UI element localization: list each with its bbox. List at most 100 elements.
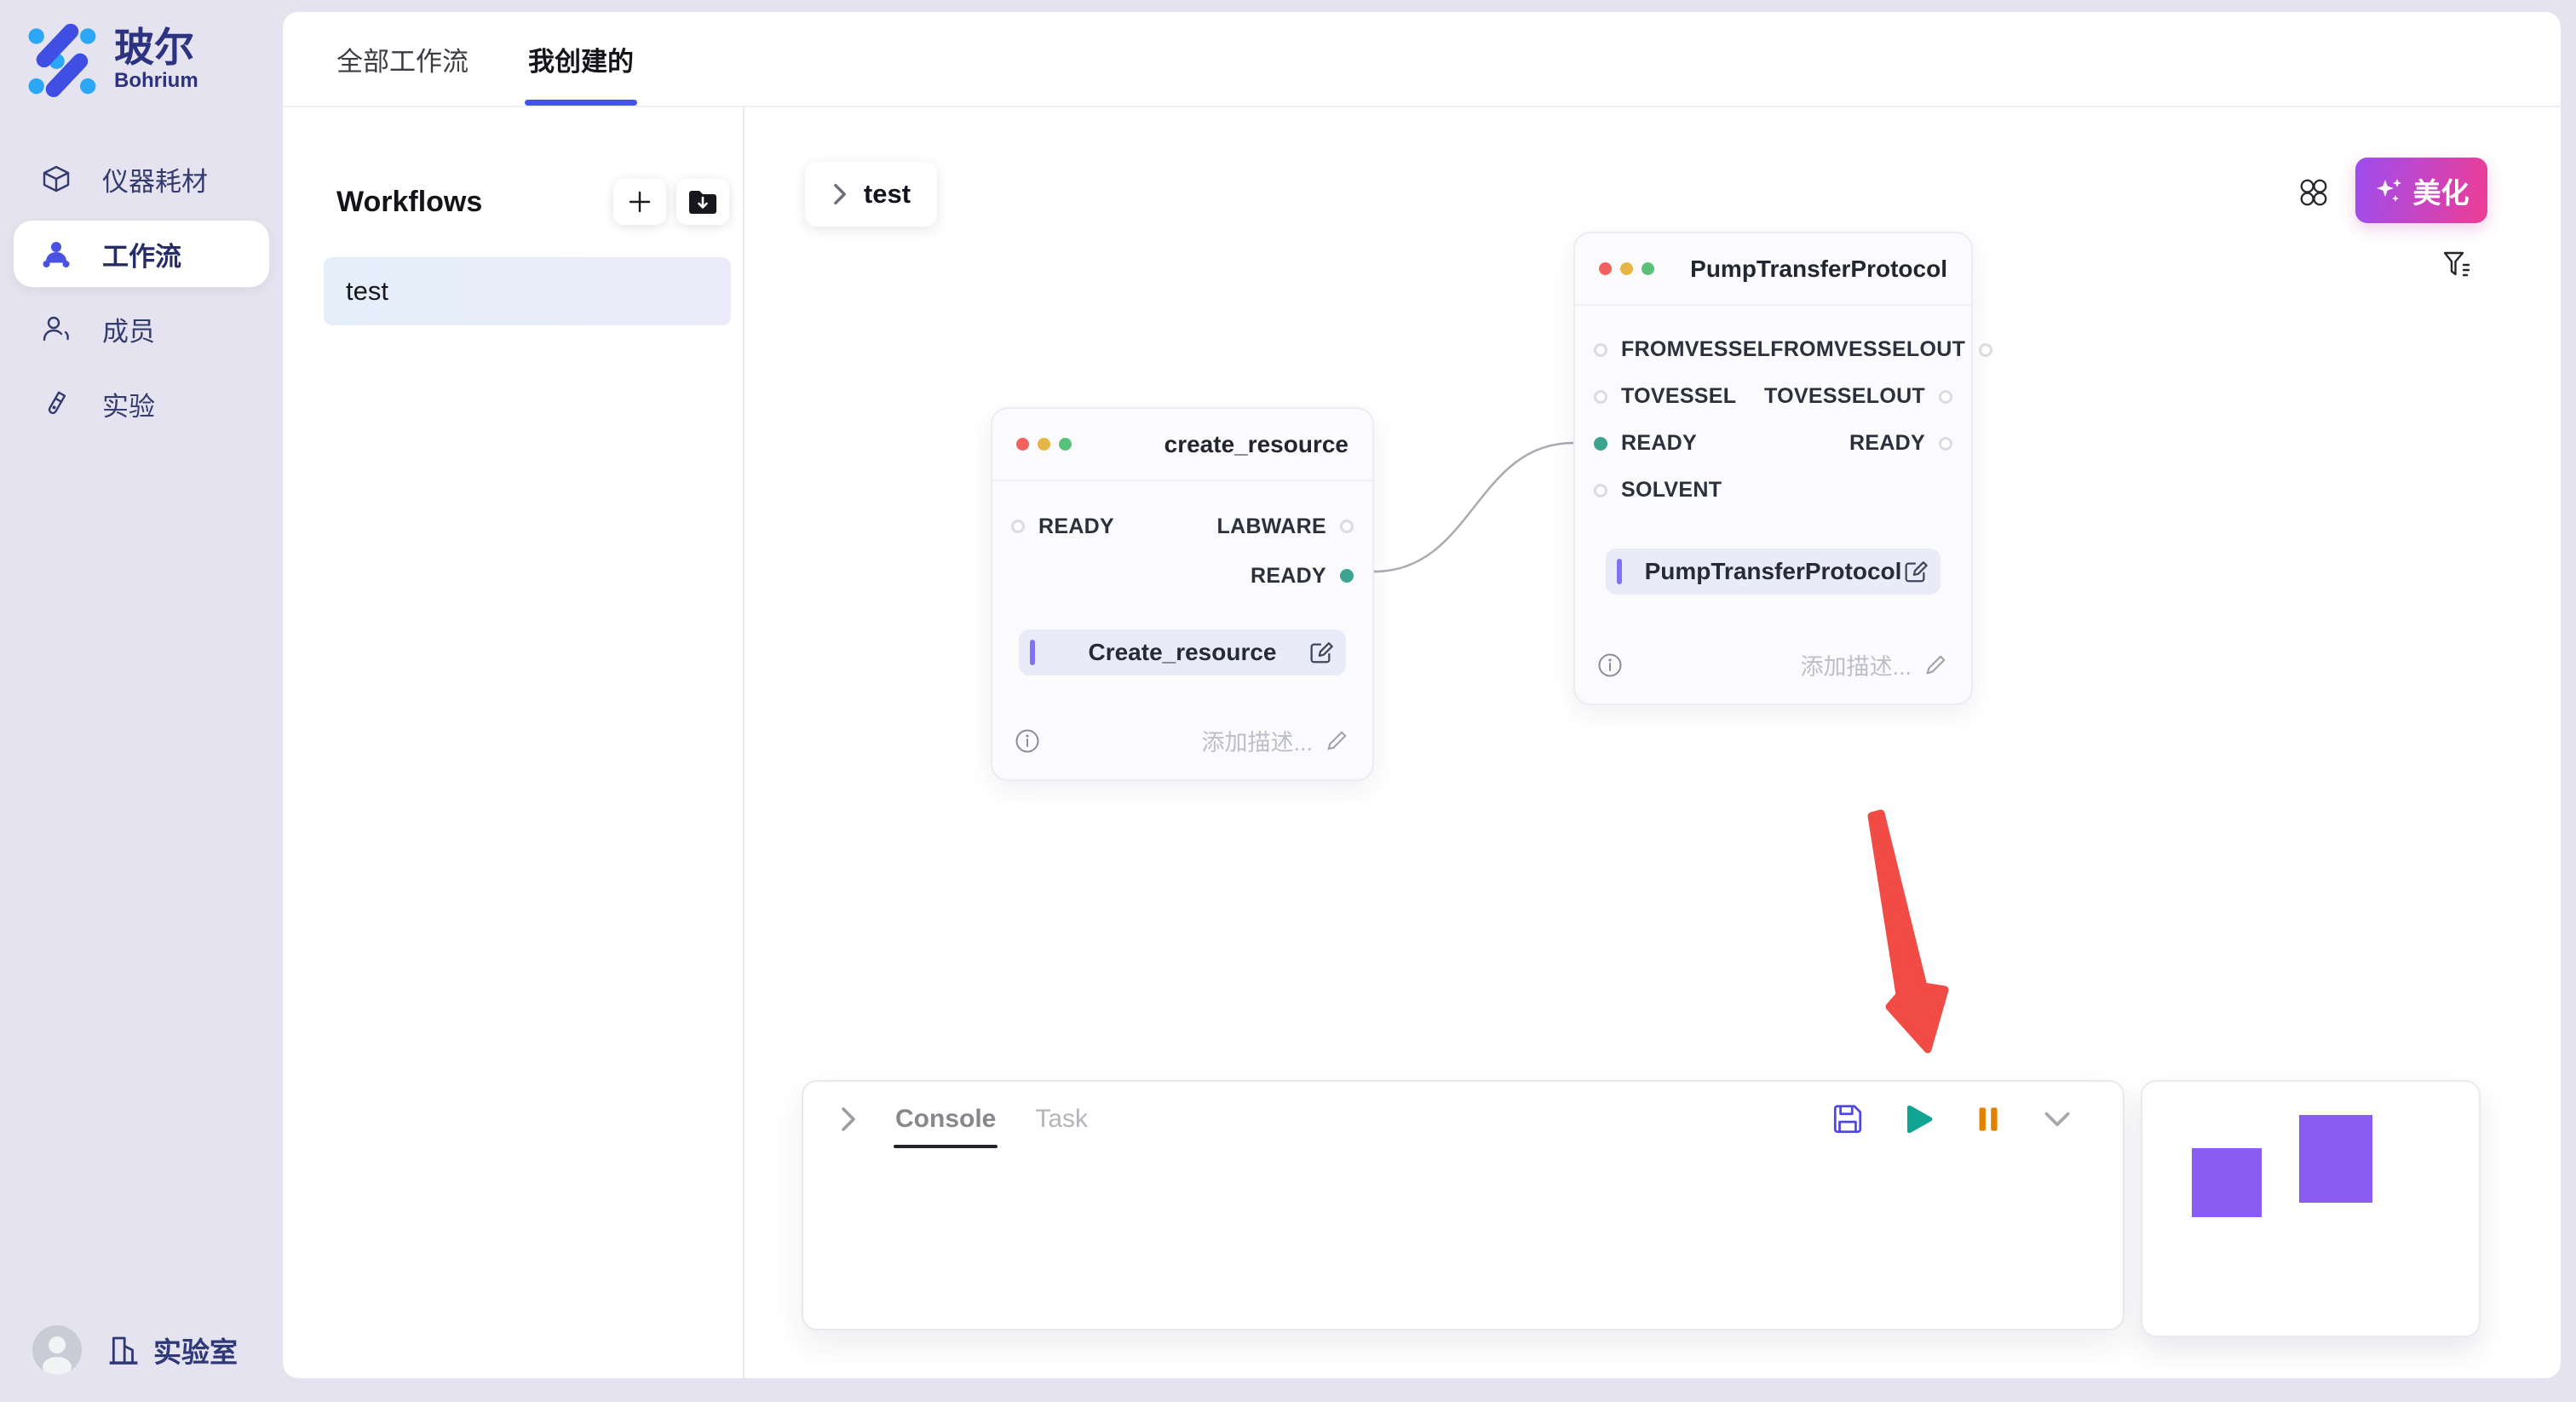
output-port-tovesselout[interactable]: TOVESSELOUT [1764,384,1952,409]
sidebar-item-consumables[interactable]: 仪器耗材 [0,141,283,216]
filter-icon[interactable] [2441,250,2471,282]
output-port-fromvesselout[interactable]: FROMVESSELOUT [1770,337,1992,362]
workflow-list-item[interactable]: test [324,257,731,325]
node-action-pill[interactable]: Create_resource [1019,629,1346,675]
chevron-right-icon [831,183,848,205]
beautify-button[interactable]: 美化 [2355,158,2487,223]
node-pump-transfer-protocol[interactable]: PumpTransferProtocol FROMVESSEL FROMVESS… [1573,232,1973,705]
expand-chevron-icon[interactable] [837,1106,860,1132]
main-panel: 全部工作流 我创建的 Workflows [283,12,2561,1378]
bohrium-logo-icon [24,22,99,97]
add-workflow-button[interactable] [613,179,666,225]
red-dot[interactable] [1599,262,1612,275]
port-connector[interactable] [1340,520,1354,533]
green-dot[interactable] [1642,262,1654,275]
edit-icon[interactable] [1901,558,1929,585]
sidebar-item-members[interactable]: 成员 [0,291,283,366]
pencil-icon[interactable] [1325,729,1348,753]
info-icon[interactable] [1597,652,1623,678]
minimap-node [2299,1115,2372,1203]
port-connector[interactable] [1594,484,1607,497]
info-icon[interactable] [1015,728,1040,754]
minimap-node [2192,1148,2262,1217]
annotation-arrow [1872,813,1945,1049]
save-icon[interactable] [1830,1101,1866,1137]
port-connector[interactable] [1939,390,1952,404]
text-caret [1617,559,1622,584]
sidebar-item-workflow[interactable]: 工作流 [14,221,269,287]
text-caret [1030,640,1035,665]
sidebar-item-label: 成员 [102,310,155,348]
command-icon[interactable] [2297,176,2330,209]
plus-icon [626,188,653,215]
node-title: PumpTransferProtocol [1690,256,1947,283]
node-header[interactable]: PumpTransferProtocol [1575,233,1971,306]
node-create-resource[interactable]: create_resource READY LABWARE R [991,407,1374,781]
console-panel: Console Task [802,1080,2125,1330]
port-connector[interactable] [1939,437,1952,451]
port-connector-connected[interactable] [1340,569,1354,583]
sidebar-item-label: 实验 [102,385,155,423]
input-port-ready[interactable]: READY [1011,514,1114,539]
tab-all-workflows[interactable]: 全部工作流 [336,12,469,106]
description-placeholder[interactable]: 添加描述... [1201,724,1313,757]
folder-download-icon [687,187,719,216]
description-placeholder[interactable]: 添加描述... [1800,648,1912,681]
brand-title: 玻尔 [114,26,198,68]
output-port-labware[interactable]: LABWARE [1217,514,1354,539]
tab-console[interactable]: Console [895,1082,996,1157]
sidebar: 玻尔 Bohrium 仪器耗材 工作流 [0,0,283,1402]
port-connector[interactable] [1594,390,1607,404]
sidebar-footer: 实验室 [32,1325,238,1375]
node-footer: 添加描述... [1015,724,1348,757]
yellow-dot[interactable] [1038,438,1050,451]
workflow-icon [41,238,72,269]
input-port-solvent[interactable]: SOLVENT [1594,478,1722,503]
minimap[interactable] [2141,1080,2481,1337]
edge-create-resource-to-pump[interactable] [1374,443,1573,572]
input-port-ready[interactable]: READY [1594,431,1697,456]
brand-logo[interactable]: 玻尔 Bohrium [24,22,198,97]
port-connector[interactable] [1011,520,1025,533]
input-port-fromvessel[interactable]: FROMVESSEL [1594,337,1770,362]
brand-subtitle: Bohrium [114,69,198,93]
node-action-pill[interactable]: PumpTransferProtocol [1606,549,1941,595]
workflows-panel: Workflows test [283,107,745,1378]
members-icon [41,313,72,344]
console-header: Console Task [803,1082,2123,1157]
port-connector[interactable] [1979,343,1992,357]
sidebar-item-experiment[interactable]: 实验 [0,366,283,441]
run-icon[interactable] [1900,1101,1935,1137]
tab-task[interactable]: Task [1035,1082,1088,1157]
pause-icon[interactable] [1969,1101,2005,1137]
sidebar-item-label: 工作流 [102,235,181,273]
traffic-light-dots [1016,438,1072,451]
person-silhouette-icon [32,1325,82,1375]
edit-icon[interactable] [1307,639,1334,666]
node-title: create_resource [1164,431,1348,458]
sidebar-item-label: 仪器耗材 [102,160,208,198]
import-folder-button[interactable] [676,179,729,225]
node-footer: 添加描述... [1597,648,1947,681]
output-port-ready[interactable]: READY [1849,431,1952,456]
port-connector-connected[interactable] [1594,437,1607,451]
workflows-panel-title: Workflows [336,186,482,219]
tab-my-created[interactable]: 我创建的 [528,12,634,106]
output-port-ready[interactable]: READY [1251,564,1354,589]
red-dot[interactable] [1016,438,1029,451]
green-dot[interactable] [1059,438,1072,451]
yellow-dot[interactable] [1620,262,1633,275]
test-tube-icon [41,388,72,419]
workflow-canvas[interactable]: test 美化 [745,107,2561,1378]
avatar[interactable] [32,1325,82,1375]
port-connector[interactable] [1594,343,1607,357]
input-port-tovessel[interactable]: TOVESSEL [1594,384,1736,409]
node-header[interactable]: create_resource [992,409,1372,481]
pencil-icon[interactable] [1923,653,1947,677]
console-actions [1830,1101,2075,1137]
breadcrumb-label: test [864,179,911,210]
collapse-chevron-icon[interactable] [2039,1101,2075,1137]
workspace-label: 实验室 [153,1330,238,1370]
breadcrumb[interactable]: test [805,162,937,227]
workspace-switcher[interactable]: 实验室 [106,1330,238,1370]
